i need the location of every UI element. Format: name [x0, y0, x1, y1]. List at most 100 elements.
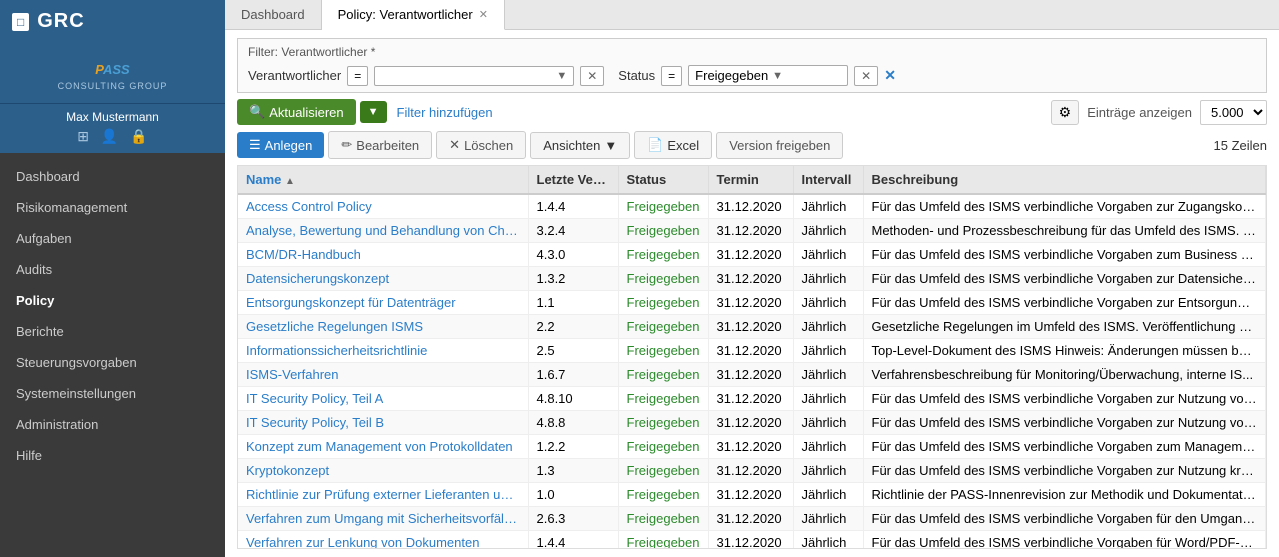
table-row[interactable]: IT Security Policy, Teil B 4.8.8 Freigeg…	[238, 411, 1266, 435]
table-row[interactable]: Verfahren zur Lenkung von Dokumenten 1.4…	[238, 531, 1266, 550]
release-button[interactable]: Version freigeben	[716, 132, 843, 159]
cell-name[interactable]: Gesetzliche Regelungen ISMS	[238, 315, 528, 339]
sidebar-item-systemeinstellungen[interactable]: Systemeinstellungen	[0, 378, 225, 409]
col-header-version[interactable]: Letzte Version	[528, 166, 618, 194]
refresh-dropdown-button[interactable]: ▼	[360, 101, 387, 123]
cell-name[interactable]: Datensicherungskonzept	[238, 267, 528, 291]
col-header-beschreibung[interactable]: Beschreibung	[863, 166, 1266, 194]
cell-termin: 31.12.2020	[708, 315, 793, 339]
sidebar-item-administration[interactable]: Administration	[0, 409, 225, 440]
cell-status: Freigegeben	[618, 507, 708, 531]
sidebar-item-berichte[interactable]: Berichte	[0, 316, 225, 347]
add-filter-button[interactable]: Filter hinzufügen	[393, 105, 497, 120]
delete-button[interactable]: ✕ Löschen	[436, 131, 526, 159]
table-row[interactable]: BCM/DR-Handbuch 4.3.0 Freigegeben 31.12.…	[238, 243, 1266, 267]
table-row[interactable]: Access Control Policy 1.4.4 Freigegeben …	[238, 194, 1266, 219]
verantwortlicher-input-wrapper[interactable]: ▼	[374, 66, 574, 86]
cell-name[interactable]: ISMS-Verfahren	[238, 363, 528, 387]
remove-all-filters-button[interactable]: ✕	[884, 67, 896, 84]
cell-status: Freigegeben	[618, 363, 708, 387]
cell-intervall: Jährlich	[793, 194, 863, 219]
edit-button[interactable]: ✏ Bearbeiten	[328, 131, 432, 159]
username: Max Mustermann	[12, 110, 213, 124]
cell-beschreibung: Für das Umfeld des ISMS verbindliche Vor…	[863, 435, 1266, 459]
excel-icon: 📄	[647, 137, 663, 153]
status-input-wrapper[interactable]: Freigegeben ▼	[688, 65, 848, 86]
cell-status: Freigegeben	[618, 459, 708, 483]
user-icon[interactable]: 👤	[101, 128, 118, 145]
verantwortlicher-label: Verantwortlicher	[248, 68, 341, 83]
data-table-container: Name ▲ Letzte Version Status Termin Inte…	[237, 165, 1267, 549]
cell-name[interactable]: Informationssicherheitsrichtlinie	[238, 339, 528, 363]
table-row[interactable]: Informationssicherheitsrichtlinie 2.5 Fr…	[238, 339, 1266, 363]
cell-name[interactable]: Verfahren zum Umgang mit Sicherheitsvorf…	[238, 507, 528, 531]
cell-beschreibung: Für das Umfeld des ISMS verbindliche Vor…	[863, 411, 1266, 435]
verantwortlicher-input[interactable]	[381, 69, 552, 83]
cell-name[interactable]: Richtlinie zur Prüfung externer Lieferan…	[238, 483, 528, 507]
cell-name[interactable]: Verfahren zur Lenkung von Dokumenten	[238, 531, 528, 550]
cell-version: 1.3	[528, 459, 618, 483]
views-button[interactable]: Ansichten ▼	[530, 132, 630, 159]
verantwortlicher-dropdown-icon[interactable]: ▼	[556, 70, 567, 82]
cell-termin: 31.12.2020	[708, 507, 793, 531]
table-row[interactable]: ISMS-Verfahren 1.6.7 Freigegeben 31.12.2…	[238, 363, 1266, 387]
table-row[interactable]: Gesetzliche Regelungen ISMS 2.2 Freigege…	[238, 315, 1266, 339]
cell-name[interactable]: IT Security Policy, Teil B	[238, 411, 528, 435]
cell-version: 1.4.4	[528, 531, 618, 550]
table-row[interactable]: Analyse, Bewertung und Behandlung von Ch…	[238, 219, 1266, 243]
verantwortlicher-eq: =	[347, 66, 368, 86]
table-row[interactable]: Verfahren zum Umgang mit Sicherheitsvorf…	[238, 507, 1266, 531]
lock-icon[interactable]: 🔒	[130, 128, 147, 145]
status-dropdown-icon[interactable]: ▼	[772, 70, 841, 82]
sidebar-item-dashboard[interactable]: Dashboard	[0, 161, 225, 192]
verantwortlicher-clear-button[interactable]: ✕	[580, 66, 604, 86]
grid-icon[interactable]: ⊞	[77, 128, 89, 145]
cell-termin: 31.12.2020	[708, 459, 793, 483]
col-header-name[interactable]: Name ▲	[238, 166, 528, 194]
tab-policy-verantwortlicher[interactable]: Policy: Verantwortlicher ✕	[322, 0, 505, 30]
cell-intervall: Jährlich	[793, 411, 863, 435]
sidebar-item-policy[interactable]: Policy	[0, 285, 225, 316]
app-logo: □ GRC	[0, 0, 225, 43]
cell-version: 2.5	[528, 339, 618, 363]
cell-name[interactable]: Entsorgungskonzept für Datenträger	[238, 291, 528, 315]
excel-button[interactable]: 📄 Excel	[634, 131, 712, 159]
cell-beschreibung: Methoden- und Prozessbeschreibung für da…	[863, 219, 1266, 243]
cell-name[interactable]: IT Security Policy, Teil A	[238, 387, 528, 411]
add-filter-label: Filter hinzufügen	[397, 105, 493, 120]
sidebar-item-audits[interactable]: Audits	[0, 254, 225, 285]
sidebar-item-risikomanagement[interactable]: Risikomanagement	[0, 192, 225, 223]
cell-name[interactable]: Konzept zum Management von Protokolldate…	[238, 435, 528, 459]
excel-label: Excel	[667, 138, 699, 153]
edit-label: Bearbeiten	[356, 138, 419, 153]
table-row[interactable]: Entsorgungskonzept für Datenträger 1.1 F…	[238, 291, 1266, 315]
table-row[interactable]: Richtlinie zur Prüfung externer Lieferan…	[238, 483, 1266, 507]
col-header-status[interactable]: Status	[618, 166, 708, 194]
logo-icon: □	[12, 13, 29, 31]
anlegen-button[interactable]: ☰ Anlegen	[237, 132, 324, 158]
table-row[interactable]: Konzept zum Management von Protokolldate…	[238, 435, 1266, 459]
table-row[interactable]: IT Security Policy, Teil A 4.8.10 Freige…	[238, 387, 1266, 411]
entries-select[interactable]: 5.000 1.000 500 100	[1200, 100, 1267, 125]
settings-button[interactable]: ⚙	[1051, 100, 1080, 125]
cell-name[interactable]: Analyse, Bewertung und Behandlung von Ch…	[238, 219, 528, 243]
cell-name[interactable]: Access Control Policy	[238, 194, 528, 219]
refresh-button[interactable]: 🔍 Aktualisieren	[237, 99, 356, 125]
action-bar: 🔍 Aktualisieren ▼ Filter hinzufügen ⚙ Ei…	[237, 99, 1267, 125]
table-body: Access Control Policy 1.4.4 Freigegeben …	[238, 194, 1266, 549]
sidebar-item-hilfe[interactable]: Hilfe	[0, 440, 225, 471]
tab-dashboard[interactable]: Dashboard	[225, 0, 322, 29]
cell-name[interactable]: Kryptokonzept	[238, 459, 528, 483]
sidebar-item-steuerungsvorgaben[interactable]: Steuerungsvorgaben	[0, 347, 225, 378]
col-header-termin[interactable]: Termin	[708, 166, 793, 194]
cell-termin: 31.12.2020	[708, 363, 793, 387]
sidebar-item-aufgaben[interactable]: Aufgaben	[0, 223, 225, 254]
tab-close-icon[interactable]: ✕	[479, 8, 488, 21]
table-row[interactable]: Datensicherungskonzept 1.3.2 Freigegeben…	[238, 267, 1266, 291]
cell-name[interactable]: BCM/DR-Handbuch	[238, 243, 528, 267]
col-header-intervall[interactable]: Intervall	[793, 166, 863, 194]
status-clear-button[interactable]: ✕	[854, 66, 878, 86]
table-row[interactable]: Kryptokonzept 1.3 Freigegeben 31.12.2020…	[238, 459, 1266, 483]
cell-intervall: Jährlich	[793, 219, 863, 243]
cell-intervall: Jährlich	[793, 315, 863, 339]
